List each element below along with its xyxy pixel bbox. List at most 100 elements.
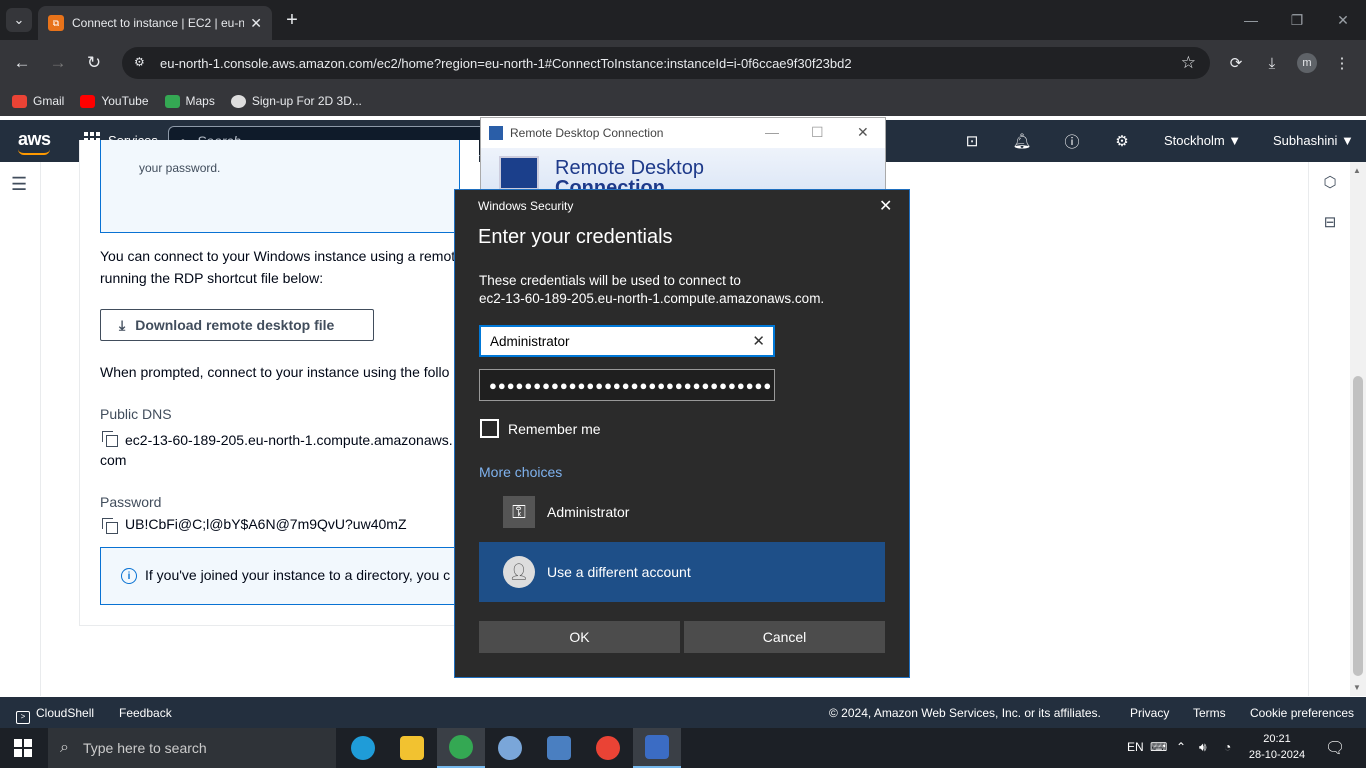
forward-button[interactable]: → xyxy=(44,49,72,77)
site-info-icon[interactable]: ⚙ xyxy=(134,55,150,71)
password-text: UB!CbFi@C;l@bY$A6N@7m9QvU?uw40mZ xyxy=(125,516,407,532)
rdp-minimize-button[interactable]: — xyxy=(765,124,779,140)
back-button[interactable]: ← xyxy=(8,49,36,77)
scroll-up-icon[interactable]: ▲ xyxy=(1353,166,1361,175)
page-scrollbar[interactable]: ▲ ▼ xyxy=(1350,162,1366,696)
privacy-link[interactable]: Privacy xyxy=(1130,706,1169,720)
account-different[interactable]: 👤︎ Use a different account xyxy=(479,542,885,602)
scroll-down-icon[interactable]: ▼ xyxy=(1353,683,1361,692)
chevron-up-icon[interactable]: ⌃ xyxy=(1176,740,1186,754)
bookmark-star-icon[interactable]: ☆ xyxy=(1181,53,1196,73)
directory-info-alert: i If you've joined your instance to a di… xyxy=(100,547,479,605)
chrome-profile-icon[interactable] xyxy=(584,728,632,768)
clock-time: 20:21 xyxy=(1263,733,1291,745)
windows-start-icon[interactable] xyxy=(14,739,32,757)
feedback-link[interactable]: Feedback xyxy=(119,706,172,720)
settings-gear-icon[interactable]: ⚙ xyxy=(1112,131,1132,151)
rdp-description-line1: You can connect to your Windows instance… xyxy=(100,248,456,264)
download-icon: ⤓ xyxy=(119,316,126,333)
prompt-description: When prompted, connect to your instance … xyxy=(100,364,450,380)
right-side-panel: ⬡ ⊟ xyxy=(1308,162,1350,696)
globe-icon xyxy=(230,94,246,108)
rdp-title: Remote Desktop Connection xyxy=(510,126,664,140)
download-rdp-button[interactable]: ⤓ Download remote desktop file xyxy=(100,309,374,341)
cancel-button[interactable]: Cancel xyxy=(684,621,885,653)
username-field[interactable]: Administrator ✕ xyxy=(479,325,775,357)
clear-icon[interactable]: ✕ xyxy=(752,332,765,350)
bookmark-label: Sign-up For 2D 3D... xyxy=(251,94,362,108)
user-menu[interactable]: Subhashini ▼ xyxy=(1273,133,1354,148)
profile-button[interactable]: m xyxy=(1295,51,1319,75)
account-administrator[interactable]: ⚿ Administrator xyxy=(479,482,885,542)
aws-favicon-icon: ⧉ xyxy=(48,15,64,31)
left-side-nav: ☰ xyxy=(0,162,41,696)
profile-avatar: m xyxy=(1297,53,1317,73)
address-bar[interactable]: ⚙ eu-north-1.console.aws.amazon.com/ec2/… xyxy=(122,47,1210,79)
help-icon[interactable]: ⓘ xyxy=(1062,131,1082,151)
dialog-close-icon[interactable]: ✕ xyxy=(879,196,892,216)
hamburger-menu-icon[interactable]: ☰ xyxy=(11,174,27,195)
info-icon: i xyxy=(121,568,137,584)
dialog-title: Windows Security xyxy=(478,199,574,213)
edge-icon[interactable] xyxy=(339,728,387,768)
close-window-button[interactable]: ✕ xyxy=(1320,6,1366,34)
restore-button[interactable]: ❐ xyxy=(1274,6,1320,34)
taskbar-clock[interactable]: 20:21 28-10-2024 xyxy=(1246,731,1308,763)
public-dns-text-line2: com xyxy=(100,452,127,468)
bookmark-maps[interactable]: Maps xyxy=(164,94,215,108)
browser-toolbar: ← → ↻ ⚙ eu-north-1.console.aws.amazon.co… xyxy=(0,40,1366,86)
tab-search-button[interactable]: ⌄ xyxy=(6,8,32,32)
cloudshell-link[interactable]: > CloudShell xyxy=(16,706,94,724)
remember-me-checkbox[interactable]: Remember me xyxy=(480,419,601,438)
cookie-preferences-link[interactable]: Cookie preferences xyxy=(1250,706,1354,720)
notifications-bell-icon[interactable]: 🔔︎ xyxy=(1012,131,1032,151)
copy-icon[interactable] xyxy=(102,518,118,534)
checkbox-box[interactable] xyxy=(480,419,499,438)
wifi-icon[interactable]: ◔ xyxy=(1224,740,1231,754)
extension-icon[interactable]: ⟳ xyxy=(1224,51,1248,75)
hexagon-icon[interactable]: ⬡ xyxy=(1321,173,1339,191)
rdp-close-button[interactable]: ✕ xyxy=(857,124,869,141)
terms-link[interactable]: Terms xyxy=(1193,706,1226,720)
windows-security-dialog: Windows Security ✕ Enter your credential… xyxy=(454,189,910,678)
region-selector[interactable]: Stockholm ▼ xyxy=(1164,133,1241,148)
chrome-icon[interactable] xyxy=(437,728,485,768)
taskbar-search-input[interactable]: ⌕ Type here to search xyxy=(48,728,336,768)
file-explorer-icon[interactable] xyxy=(388,728,436,768)
bookmark-youtube[interactable]: YouTube xyxy=(80,94,149,108)
public-dns-text-line1: ec2-13-60-189-205.eu-north-1.compute.ama… xyxy=(125,432,453,448)
notification-center-icon[interactable]: 🗨︎ xyxy=(1325,738,1345,758)
public-dns-value: ec2-13-60-189-205.eu-north-1.compute.ama… xyxy=(102,429,453,451)
bookmark-gmail[interactable]: Gmail xyxy=(12,94,64,108)
rdp-monitor-icon xyxy=(499,156,539,190)
minimize-button[interactable]: — xyxy=(1228,6,1274,34)
screen-icon[interactable]: ⊟ xyxy=(1321,213,1339,231)
download-icon[interactable]: ⤓ xyxy=(1260,51,1284,75)
copy-icon[interactable] xyxy=(102,431,118,447)
scroll-thumb[interactable] xyxy=(1353,376,1363,676)
paint-icon[interactable] xyxy=(486,728,534,768)
cloudshell-icon[interactable]: ⊡ xyxy=(962,131,982,151)
language-indicator[interactable]: EN xyxy=(1127,740,1144,754)
password-field[interactable]: ●●●●●●●●●●●●●●●●●●●●●●●●●●●●●●●● xyxy=(479,369,775,401)
tab-close-icon[interactable]: ✕ xyxy=(250,15,262,32)
active-tab[interactable]: ⧉ Connect to instance | EC2 | eu-n ✕ xyxy=(38,6,272,40)
volume-icon[interactable]: 🔊︎ xyxy=(1199,740,1207,755)
keyboard-icon[interactable]: ⌨ xyxy=(1150,740,1167,754)
rdp-maximize-button[interactable]: ☐ xyxy=(811,124,824,141)
browser-menu-icon[interactable]: ⋮ xyxy=(1330,51,1354,75)
reload-button[interactable]: ↻ xyxy=(80,49,108,77)
new-tab-button[interactable]: + xyxy=(280,8,304,32)
taskbar-search-placeholder: Type here to search xyxy=(82,740,207,756)
ok-button[interactable]: OK xyxy=(479,621,680,653)
remote-desktop-icon[interactable] xyxy=(633,728,681,768)
rdp-app-icon xyxy=(489,126,503,140)
password-alert: your password. xyxy=(100,140,460,233)
bookmark-signup[interactable]: Sign-up For 2D 3D... xyxy=(230,94,362,108)
rdp-brand: Remote Desktop Connection xyxy=(555,158,704,192)
calculator-icon[interactable] xyxy=(535,728,583,768)
more-choices-link[interactable]: More choices xyxy=(479,464,562,480)
dialog-description-line1: These credentials will be used to connec… xyxy=(479,273,741,288)
tab-title: Connect to instance | EC2 | eu-n xyxy=(72,16,245,30)
aws-logo[interactable]: aws xyxy=(18,129,51,155)
